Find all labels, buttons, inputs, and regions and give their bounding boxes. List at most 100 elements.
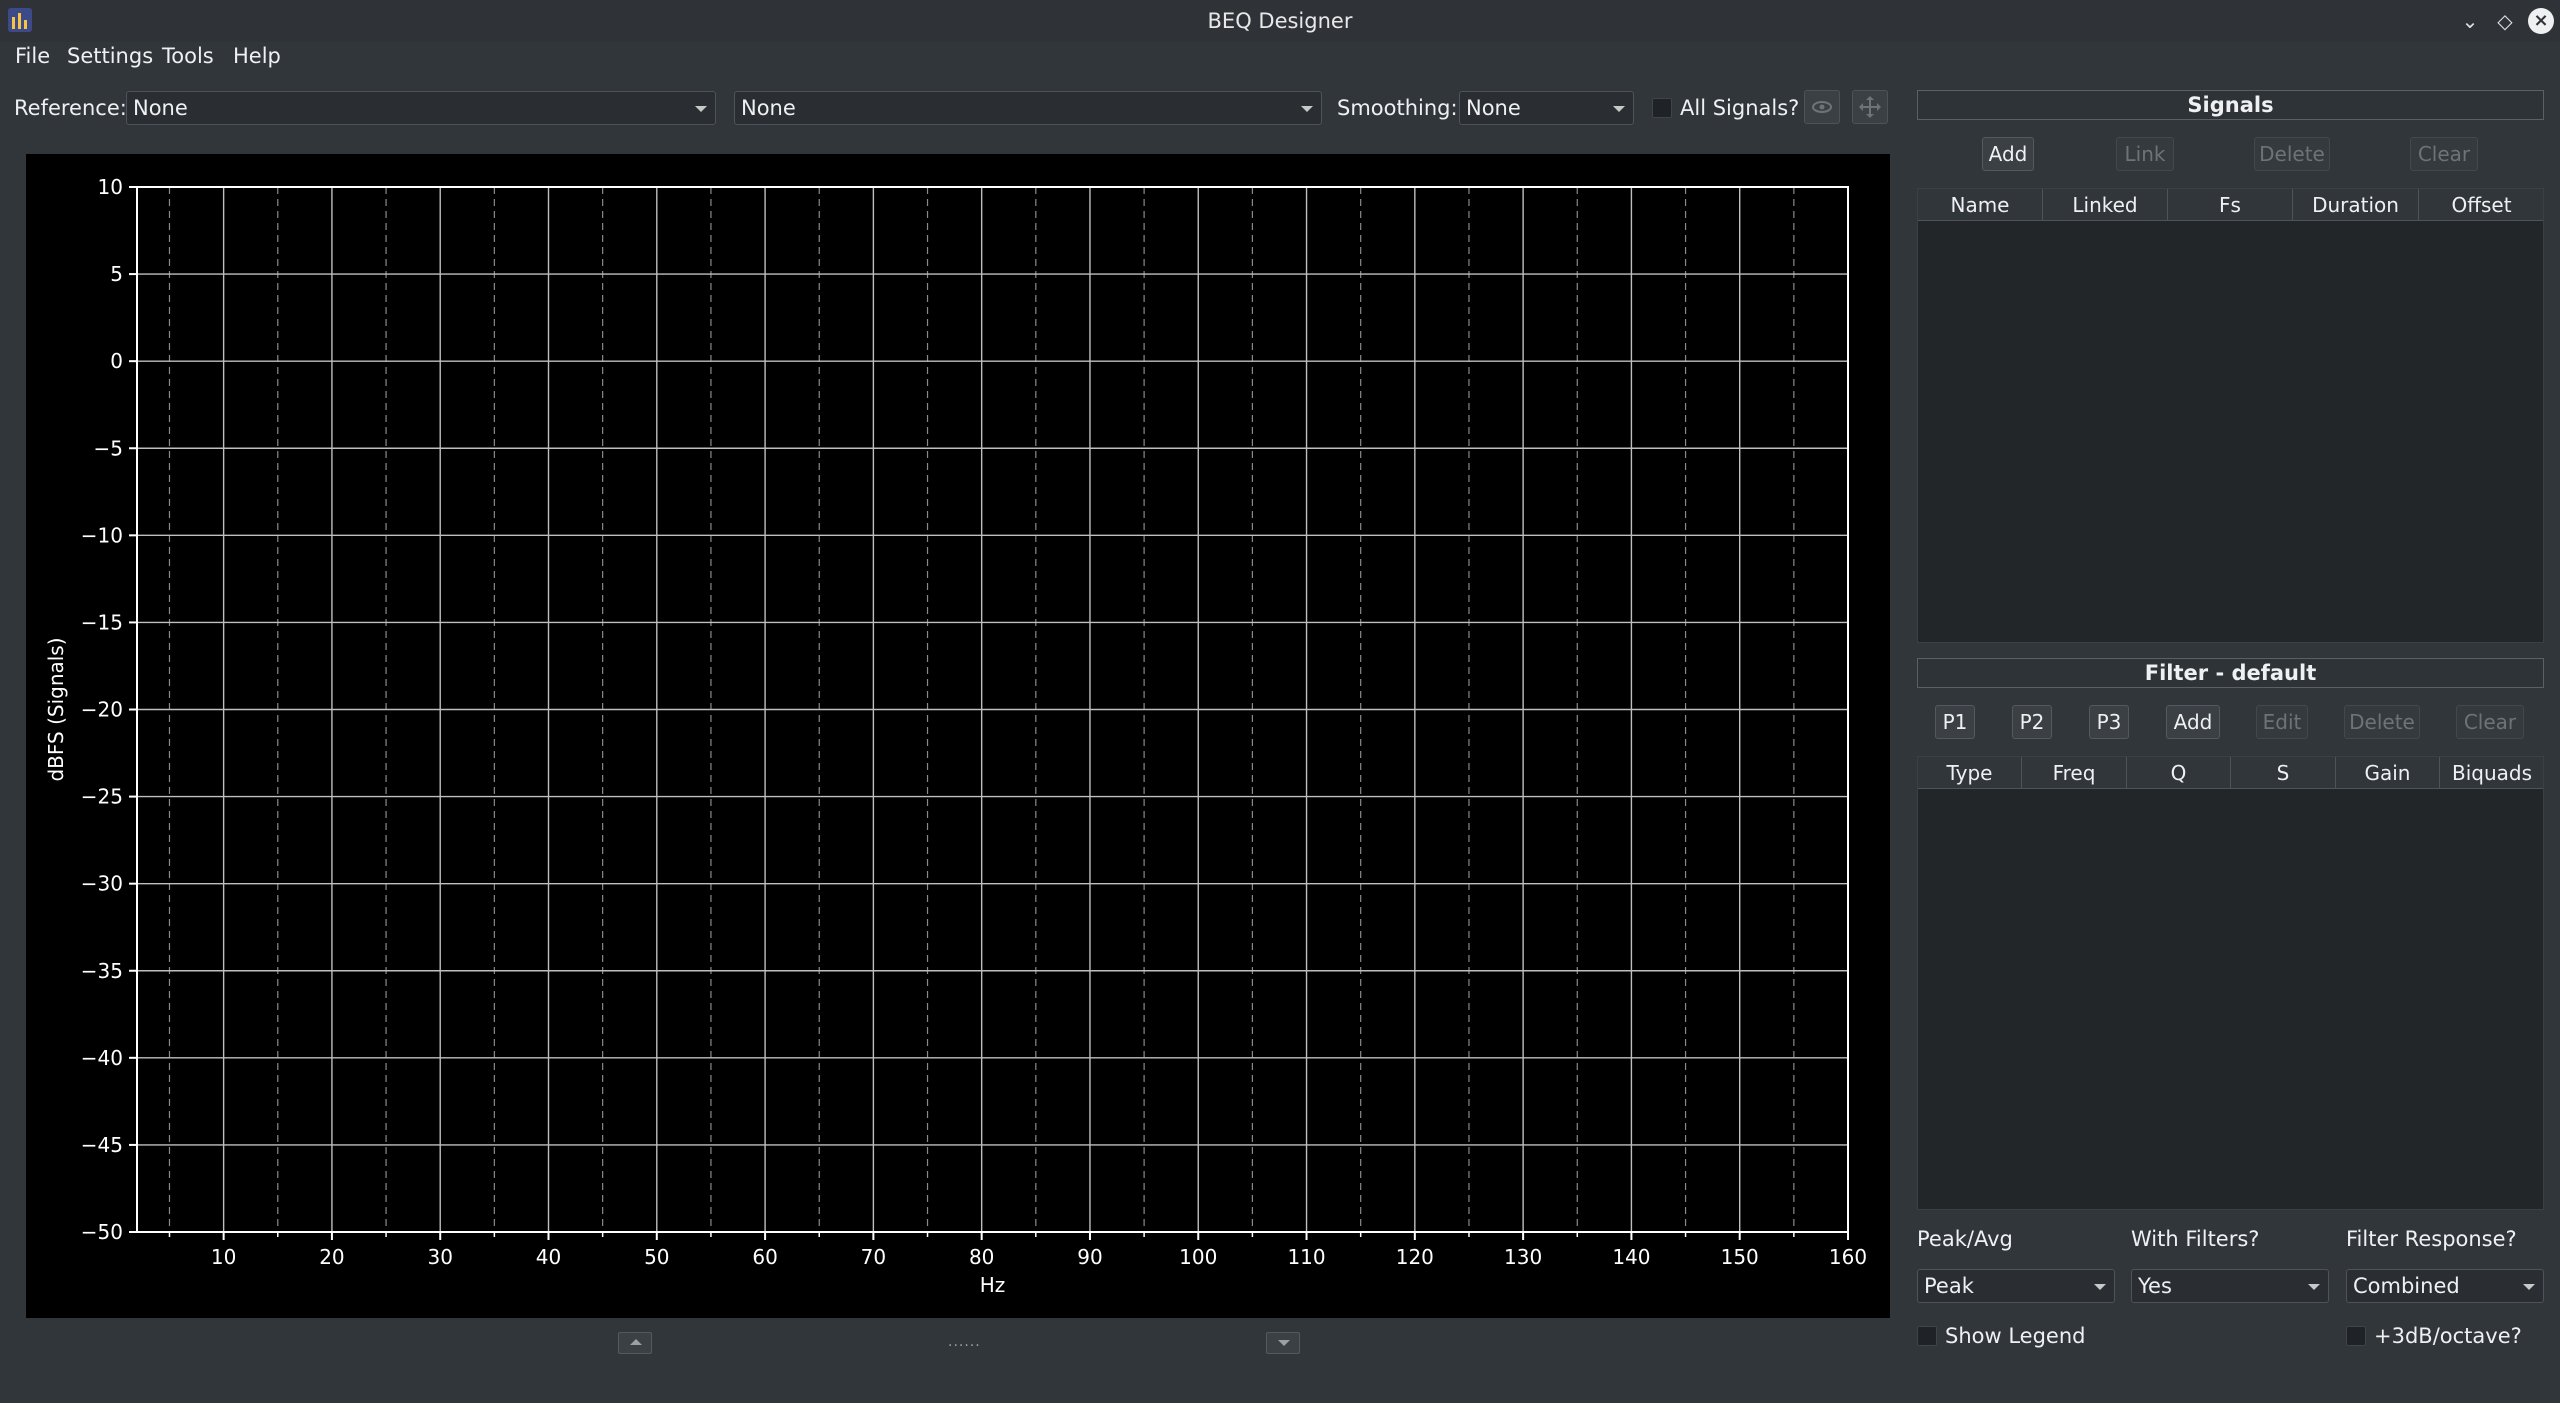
frequency-response-chart[interactable]: 10 20 30 40 50 60 70 80 90 100 110 120 130 140 150 160 1…: [26, 154, 1890, 1318]
x-tick-label: 110: [1287, 1245, 1325, 1269]
column-header-type[interactable]: Type: [1918, 757, 2022, 789]
maximize-icon[interactable]: ◇: [2490, 6, 2520, 36]
x-tick-label: 70: [861, 1245, 886, 1269]
y-tick-label: −35: [81, 959, 123, 983]
smoothing-label: Smoothing:: [1337, 96, 1458, 120]
y-tick-label: −20: [81, 698, 123, 722]
y-tick-label: −45: [81, 1133, 123, 1157]
menu-settings[interactable]: Settings: [67, 44, 153, 68]
y-tick-label: 0: [110, 349, 123, 373]
x-tick-label: 40: [536, 1245, 561, 1269]
chevron-down-icon: [1278, 1340, 1290, 1346]
with-filters-select[interactable]: Yes: [2131, 1269, 2329, 1303]
menu-tools[interactable]: Tools: [162, 44, 214, 68]
y-tick-label: −30: [81, 872, 123, 896]
menu-file[interactable]: File: [15, 44, 50, 68]
all-signals-label: All Signals?: [1680, 96, 1800, 120]
x-tick-label: 100: [1179, 1245, 1217, 1269]
filter-header: Filter - default: [1917, 658, 2544, 688]
show-legend-label: Show Legend: [1945, 1324, 2086, 1348]
x-tick-label: 20: [319, 1245, 344, 1269]
column-header-duration[interactable]: Duration: [2293, 189, 2419, 221]
x-tick-label: 120: [1396, 1245, 1434, 1269]
filter-response-select-value: Combined: [2353, 1274, 2460, 1298]
column-header-s[interactable]: S: [2231, 757, 2336, 789]
y-tick-label: −40: [81, 1046, 123, 1070]
column-header-offset[interactable]: Offset: [2419, 189, 2544, 221]
chevron-down-icon: [695, 106, 707, 112]
with-filters-label: With Filters?: [2131, 1227, 2260, 1251]
signal-clear-button[interactable]: Clear: [2410, 137, 2478, 171]
peak-avg-select-value: Peak: [1924, 1274, 1974, 1298]
reference-select-value: None: [133, 96, 188, 120]
x-tick-label: 10: [211, 1245, 236, 1269]
reference2-select[interactable]: None: [734, 91, 1322, 125]
filter-add-button[interactable]: Add: [2166, 705, 2220, 739]
column-header-fs[interactable]: Fs: [2168, 189, 2293, 221]
chevron-down-icon: [1613, 106, 1625, 112]
y-axis-label: dBFS (Signals): [44, 637, 68, 781]
x-axis-label: Hz: [980, 1273, 1006, 1297]
smoothing-select-value: None: [1466, 96, 1521, 120]
peak-avg-label: Peak/Avg: [1917, 1227, 2013, 1251]
chevron-down-icon: [2308, 1284, 2320, 1290]
minimize-icon[interactable]: ⌄: [2455, 6, 2485, 36]
x-tick-label: 140: [1612, 1245, 1650, 1269]
menu-help[interactable]: Help: [233, 44, 281, 68]
peak-avg-select[interactable]: Peak: [1917, 1269, 2115, 1303]
preset-p2-button[interactable]: P2: [2012, 705, 2052, 739]
reference-select[interactable]: None: [126, 91, 716, 125]
chevron-down-icon: [1301, 106, 1313, 112]
signal-delete-button[interactable]: Delete: [2254, 137, 2330, 171]
filter-response-label: Filter Response?: [2346, 1227, 2517, 1251]
octave-label: +3dB/octave?: [2374, 1324, 2522, 1348]
show-legend-checkbox[interactable]: [1917, 1326, 1937, 1346]
column-header-gain[interactable]: Gain: [2336, 757, 2440, 789]
filter-delete-button[interactable]: Delete: [2344, 705, 2420, 739]
filter-clear-button[interactable]: Clear: [2456, 705, 2524, 739]
x-tick-label: 130: [1504, 1245, 1542, 1269]
y-tick-label: −10: [81, 523, 123, 547]
all-signals-checkbox[interactable]: [1652, 98, 1672, 118]
title-bar: BEQ Designer ⌄ ◇ ×: [0, 0, 2560, 42]
column-header-biquads[interactable]: Biquads: [2440, 757, 2544, 789]
pan-button[interactable]: [1852, 90, 1888, 124]
x-tick-label: 90: [1077, 1245, 1102, 1269]
column-header-q[interactable]: Q: [2127, 757, 2231, 789]
signals-table-header: Name Linked Fs Duration Offset: [1918, 189, 2543, 221]
splitter-up-button[interactable]: [618, 1332, 652, 1354]
filter-response-select[interactable]: Combined: [2346, 1269, 2544, 1303]
column-header-linked[interactable]: Linked: [2043, 189, 2168, 221]
signals-table[interactable]: Name Linked Fs Duration Offset: [1917, 188, 2544, 643]
reference2-select-value: None: [741, 96, 796, 120]
filters-table-header: Type Freq Q S Gain Biquads: [1918, 757, 2543, 789]
filters-table[interactable]: Type Freq Q S Gain Biquads: [1917, 756, 2544, 1210]
close-icon[interactable]: ×: [2528, 8, 2554, 34]
y-tick-label: −5: [94, 436, 123, 460]
signal-add-button[interactable]: Add: [1982, 137, 2034, 171]
chart-svg: 10 20 30 40 50 60 70 80 90 100 110 120 130 140 150 1601…: [44, 175, 1867, 1297]
column-header-name[interactable]: Name: [1918, 189, 2043, 221]
x-tick-label: 30: [427, 1245, 452, 1269]
y-tick-label: −50: [81, 1220, 123, 1244]
chevron-down-icon: [2094, 1284, 2106, 1290]
x-tick-label: 150: [1721, 1245, 1759, 1269]
splitter-handle[interactable]: ......: [948, 1334, 981, 1350]
splitter-down-button[interactable]: [1266, 1332, 1300, 1354]
preset-p3-button[interactable]: P3: [2089, 705, 2129, 739]
octave-checkbox[interactable]: [2346, 1326, 2366, 1346]
x-tick-label: 160: [1829, 1245, 1867, 1269]
y-tick-label: 10: [98, 175, 123, 199]
reference-label: Reference:: [14, 96, 127, 120]
x-tick-label: 60: [752, 1245, 777, 1269]
filter-edit-button[interactable]: Edit: [2256, 705, 2308, 739]
smoothing-select[interactable]: None: [1459, 91, 1634, 125]
preset-p1-button[interactable]: P1: [1935, 705, 1975, 739]
signal-link-button[interactable]: Link: [2116, 137, 2174, 171]
eye-icon: [1812, 101, 1832, 113]
y-tick-label: −25: [81, 785, 123, 809]
x-tick-label: 50: [644, 1245, 669, 1269]
column-header-freq[interactable]: Freq: [2022, 757, 2127, 789]
eye-button[interactable]: [1804, 90, 1840, 124]
chevron-up-icon: [630, 1339, 642, 1345]
